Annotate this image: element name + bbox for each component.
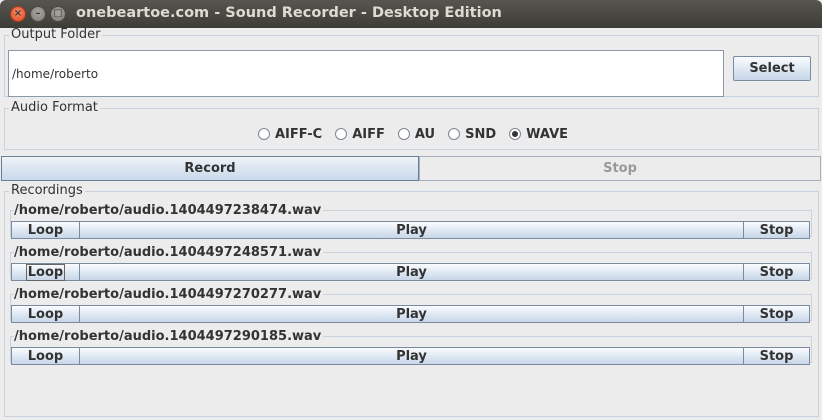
- recording-path: /home/roberto/audio.1404497248571.wav: [14, 245, 324, 260]
- loop-button[interactable]: Loop: [11, 347, 80, 365]
- radio-button-icon[interactable]: [258, 128, 270, 140]
- minimize-window-icon[interactable]: –: [30, 6, 46, 22]
- stop-playback-button[interactable]: Stop: [743, 263, 810, 281]
- stop-playback-button[interactable]: Stop: [743, 347, 810, 365]
- recording-path: /home/roberto/audio.1404497238474.wav: [14, 203, 324, 218]
- radio-label-snd: SND: [465, 126, 497, 142]
- recording-item: /home/roberto/audio.1404497238474.wav Lo…: [10, 203, 812, 239]
- select-folder-button[interactable]: Select: [733, 56, 811, 81]
- loop-button[interactable]: Loop: [11, 263, 80, 281]
- radio-aiff-c[interactable]: AIFF-C: [258, 127, 322, 142]
- window-title: onebeartoe.com - Sound Recorder - Deskto…: [76, 5, 502, 21]
- output-folder-label: Output Folder: [9, 27, 103, 42]
- radio-label-au: AU: [414, 126, 436, 142]
- loop-button-label: Loop: [25, 263, 66, 281]
- maximize-window-icon[interactable]: □: [50, 6, 66, 22]
- loop-button[interactable]: Loop: [11, 221, 80, 239]
- radio-button-icon[interactable]: [335, 128, 348, 140]
- radio-aiff[interactable]: AIFF: [335, 127, 385, 142]
- recording-path: /home/roberto/audio.1404497290185.wav: [14, 329, 324, 344]
- audio-format-label: Audio Format: [9, 100, 100, 115]
- loop-button[interactable]: Loop: [11, 305, 80, 323]
- radio-button-selected-icon[interactable]: [509, 128, 522, 140]
- output-folder-group: Output Folder /home/roberto Select: [4, 28, 819, 97]
- output-folder-path-field[interactable]: /home/roberto: [8, 50, 724, 97]
- recording-item: /home/roberto/audio.1404497270277.wav Lo…: [10, 287, 812, 323]
- play-button[interactable]: Play: [79, 305, 744, 323]
- stop-recording-button[interactable]: Stop: [419, 156, 821, 181]
- radio-snd[interactable]: SND: [448, 127, 496, 142]
- recording-path: /home/roberto/audio.1404497270277.wav: [14, 287, 324, 302]
- radio-button-icon[interactable]: [448, 128, 461, 140]
- recording-item: /home/roberto/audio.1404497290185.wav Lo…: [10, 329, 812, 365]
- radio-label-aiff-c: AIFF-C: [275, 126, 323, 142]
- title-bar: × – □ onebeartoe.com - Sound Recorder - …: [0, 0, 822, 28]
- radio-au[interactable]: AU: [397, 126, 436, 142]
- stop-playback-button[interactable]: Stop: [743, 305, 810, 323]
- radio-label-wave: WAVE: [526, 126, 569, 142]
- radio-button-icon[interactable]: [397, 128, 410, 140]
- recording-item: /home/roberto/audio.1404497248571.wav Lo…: [10, 245, 812, 281]
- audio-format-radio-group: AIFF-C AIFF AU SND WAVE: [258, 126, 581, 142]
- radio-wave[interactable]: WAVE: [509, 127, 568, 142]
- stop-playback-button[interactable]: Stop: [743, 221, 810, 239]
- record-button[interactable]: Record: [1, 156, 419, 181]
- play-button[interactable]: Play: [79, 347, 744, 365]
- play-button[interactable]: Play: [79, 263, 744, 281]
- close-window-icon[interactable]: ×: [10, 6, 26, 22]
- recordings-label: Recordings: [9, 183, 85, 198]
- play-button[interactable]: Play: [79, 221, 744, 239]
- radio-label-aiff: AIFF: [352, 126, 385, 142]
